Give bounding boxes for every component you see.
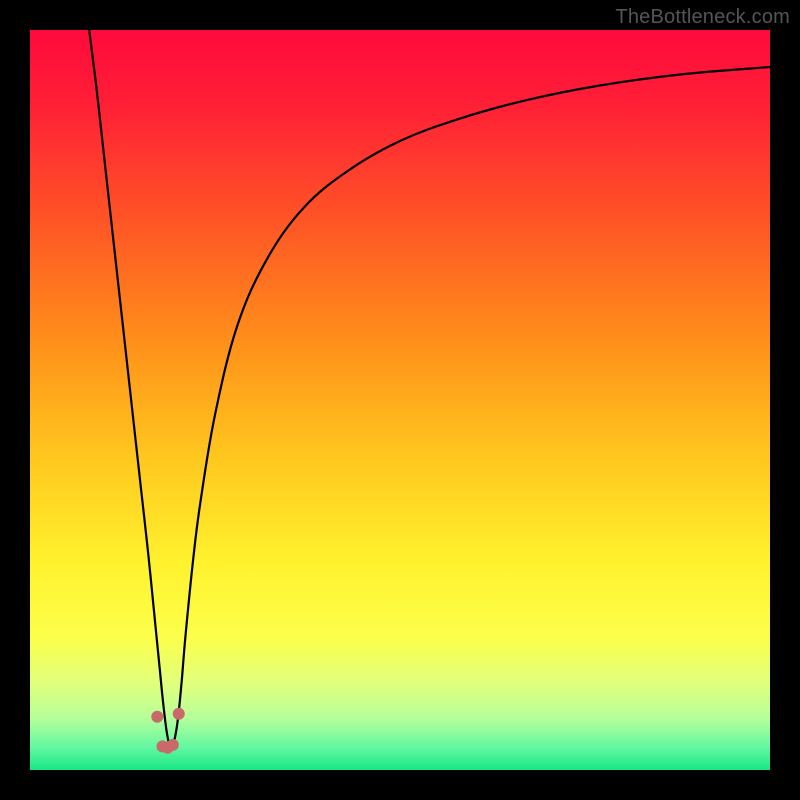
curve-marker	[151, 711, 163, 723]
curve-marker	[167, 739, 179, 751]
plot-area	[30, 30, 770, 770]
curve-marker	[173, 708, 185, 720]
watermark-text: TheBottleneck.com	[615, 6, 790, 29]
bottleneck-curve	[30, 30, 770, 770]
chart-frame: TheBottleneck.com	[0, 0, 800, 800]
